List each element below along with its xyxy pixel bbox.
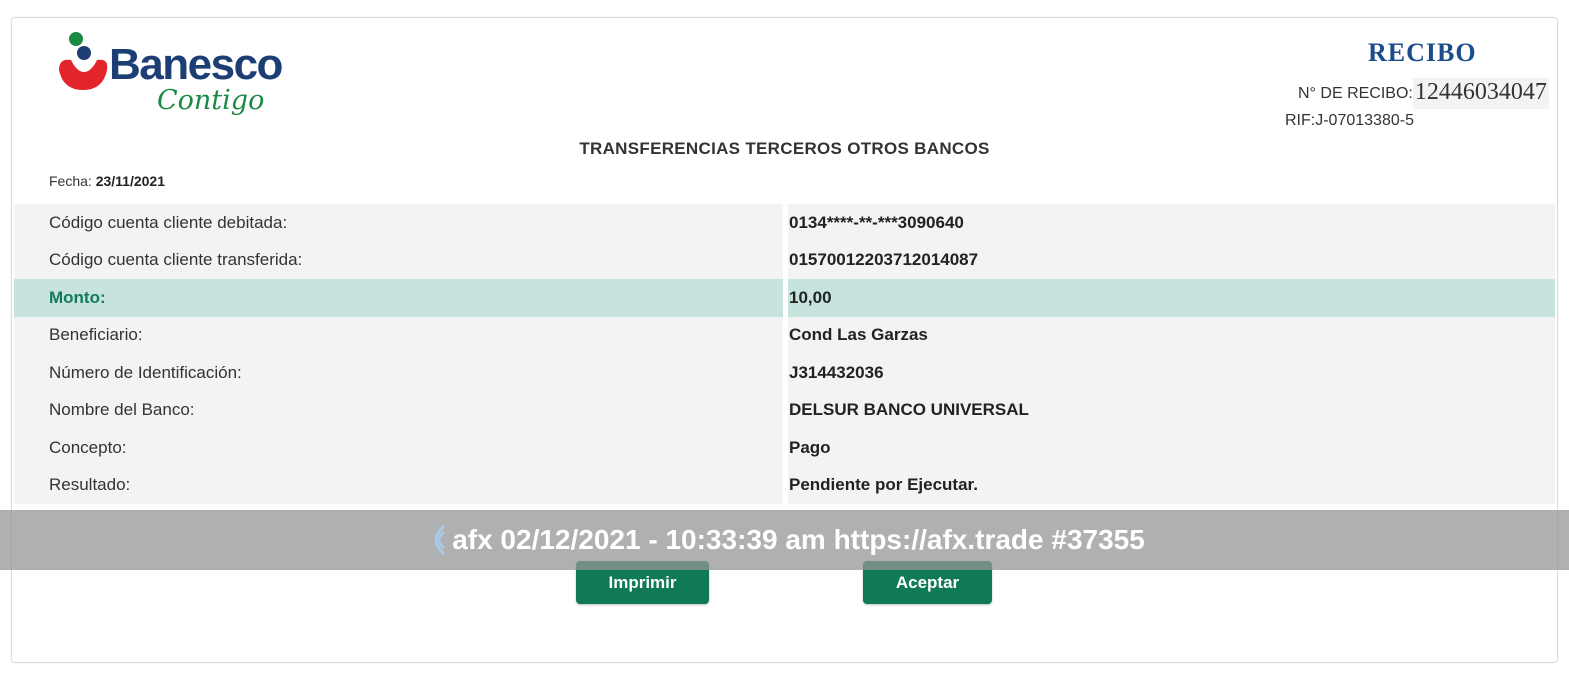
- date-value: 23/11/2021: [95, 173, 165, 189]
- banesco-logo-mark: [59, 32, 108, 90]
- row-label: Beneficiario:: [14, 316, 783, 354]
- table-row: Beneficiario: Cond Las Garzas: [14, 316, 1555, 354]
- brand-tagline: Contigo: [157, 85, 265, 116]
- row-value: J314432036: [788, 354, 1555, 392]
- row-value: 0134****-**-***3090640: [788, 204, 1555, 242]
- table-row: Código cuenta cliente transferida: 01570…: [14, 241, 1555, 279]
- brand-name: Banesco: [109, 40, 283, 89]
- table-row: Número de Identificación: J314432036: [14, 354, 1555, 392]
- row-value: Pendiente por Ejecutar.: [788, 466, 1555, 504]
- row-value: Cond Las Garzas: [788, 316, 1555, 354]
- row-label: Código cuenta cliente transferida:: [14, 241, 783, 279]
- receipt-title: RECIBO: [1368, 38, 1477, 67]
- row-label: Código cuenta cliente debitada:: [14, 204, 783, 242]
- row-value: 10,00: [788, 279, 1555, 317]
- table-row: Resultado: Pendiente por Ejecutar.: [14, 466, 1555, 504]
- table-row: Nombre del Banco: DELSUR BANCO UNIVERSAL: [14, 391, 1555, 429]
- details-table: Código cuenta cliente debitada: 0134****…: [14, 204, 1555, 504]
- date-line: Fecha: 23/11/2021: [49, 173, 165, 189]
- table-row: Concepto: Pago: [14, 429, 1555, 467]
- row-label: Monto:: [14, 279, 783, 317]
- watermark-banner: afx 02/12/2021 - 10:33:39 am https://afx…: [0, 510, 1569, 570]
- afx-wave-icon: [424, 523, 446, 557]
- receipt-number-row: N° DE RECIBO: 12446034047: [1298, 78, 1549, 109]
- table-row-amount: Monto: 10,00: [14, 279, 1555, 317]
- receipt-number: 12446034047: [1412, 78, 1549, 109]
- row-value: 01570012203712014087: [788, 241, 1555, 279]
- row-label: Nombre del Banco:: [14, 391, 783, 429]
- date-label: Fecha:: [49, 173, 92, 189]
- banesco-logo: Banesco Contigo: [57, 30, 297, 130]
- rif: RIF:J-07013380-5: [1285, 112, 1414, 129]
- row-label: Concepto:: [14, 429, 783, 467]
- row-label: Resultado:: [14, 466, 783, 504]
- row-label: Número de Identificación:: [14, 354, 783, 392]
- row-value: Pago: [788, 429, 1555, 467]
- document-title: TRANSFERENCIAS TERCEROS OTROS BANCOS: [579, 139, 990, 158]
- receipt-number-label: N° DE RECIBO:: [1298, 84, 1413, 102]
- row-value: DELSUR BANCO UNIVERSAL: [788, 391, 1555, 429]
- watermark-text: afx 02/12/2021 - 10:33:39 am https://afx…: [452, 524, 1145, 555]
- table-row: Código cuenta cliente debitada: 0134****…: [14, 204, 1555, 242]
